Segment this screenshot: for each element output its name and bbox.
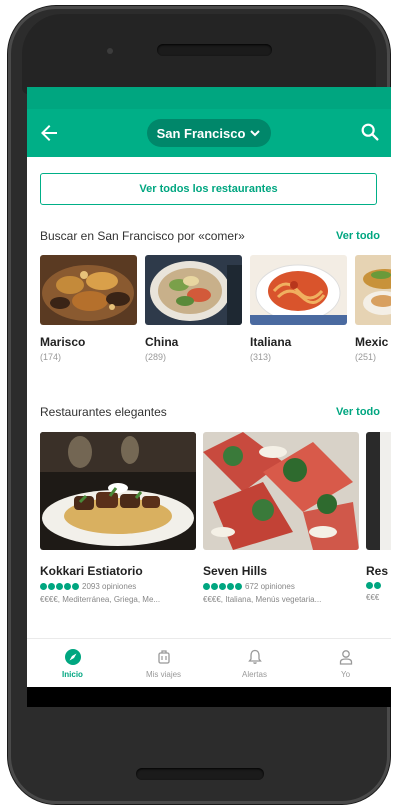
- view-all-restaurants-button[interactable]: Ver todos los restaurantes: [40, 173, 377, 205]
- review-count: 672 opiniones: [245, 582, 295, 591]
- system-navigation-bar: [27, 687, 391, 707]
- seafood-image: [40, 255, 137, 325]
- search-see-all-link[interactable]: Ver todo: [336, 230, 380, 242]
- rating-line: 2093 opiniones: [40, 582, 196, 591]
- seven-hills-image: [203, 432, 359, 550]
- nav-item-trips[interactable]: Mis viajes: [118, 639, 209, 687]
- city-name: San Francisco: [156, 125, 246, 141]
- category-card-italian[interactable]: Italiana (313): [250, 255, 347, 362]
- restaurant-card-seven-hills[interactable]: Seven Hills 672 opiniones €€€€, Italiana…: [203, 432, 359, 604]
- elegant-see-all-link[interactable]: Ver todo: [336, 406, 380, 418]
- restaurant-meta: €€€: [366, 593, 380, 602]
- nav-label: Alertas: [242, 669, 267, 679]
- phone-top-bezel: [22, 14, 376, 94]
- search-icon[interactable]: [359, 121, 381, 143]
- category-name: Marisco: [40, 335, 86, 349]
- nav-label: Yo: [340, 669, 351, 679]
- category-name: Mexic: [355, 335, 389, 349]
- rating-line: [366, 582, 391, 589]
- restaurant-name: Kokkari Estiatorio: [40, 564, 143, 578]
- earpiece-speaker: [157, 44, 272, 56]
- restaurant-carousel[interactable]: Kokkari Estiatorio 2093 opiniones €€€€, …: [40, 432, 391, 612]
- category-count: (174): [40, 352, 62, 362]
- mexican-food-image: [355, 255, 391, 325]
- person-icon: [339, 649, 352, 665]
- rating-bubbles-icon: [203, 583, 242, 590]
- rating-bubbles-icon: [40, 583, 79, 590]
- elegant-section-header: Restaurantes elegantes Ver todo: [40, 403, 380, 421]
- review-count: 2093 opiniones: [82, 582, 137, 591]
- nav-item-home[interactable]: Inicio: [27, 639, 118, 687]
- chinese-food-image: [145, 255, 242, 325]
- restaurant-name: Res: [366, 564, 389, 578]
- app-screen: San Francisco Ver todos los restaurantes…: [27, 87, 391, 707]
- nav-label: Mis viajes: [145, 669, 182, 679]
- restaurant-card-kokkari[interactable]: Kokkari Estiatorio 2093 opiniones €€€€, …: [40, 432, 196, 604]
- italian-food-image: [250, 255, 347, 325]
- restaurant-card-partial[interactable]: Res €€€: [366, 432, 391, 602]
- camera-dot: [107, 48, 113, 54]
- bottom-navigation: Inicio Mis viajes Alertas Yo: [27, 638, 391, 687]
- category-count: (313): [250, 352, 272, 362]
- bell-icon: [247, 649, 262, 664]
- category-name: Italiana: [250, 335, 292, 349]
- luggage-icon: [157, 649, 170, 664]
- nav-label: Inicio: [62, 669, 83, 679]
- app-bar: San Francisco: [27, 109, 391, 157]
- nav-item-alerts[interactable]: Alertas: [209, 639, 300, 687]
- restaurant-meta: €€€€, Italiana, Menús vegetaria...: [203, 595, 322, 604]
- restaurant-meta: €€€€, Mediterránea, Griega, Me...: [40, 595, 161, 604]
- search-section-title: Buscar en San Francisco por «comer»: [40, 229, 245, 243]
- category-card-chinese[interactable]: China (289): [145, 255, 242, 362]
- compass-icon: [64, 648, 81, 665]
- city-selector[interactable]: San Francisco: [147, 119, 271, 147]
- rating-bubbles-icon: [366, 582, 381, 589]
- chevron-down-icon: [250, 130, 261, 137]
- restaurant-name: Seven Hills: [203, 564, 268, 578]
- kokkari-image: [40, 432, 196, 550]
- status-bar: [27, 87, 391, 109]
- elegant-section-title: Restaurantes elegantes: [40, 405, 167, 419]
- search-section-header: Buscar en San Francisco por «comer» Ver …: [40, 227, 380, 245]
- category-card-seafood[interactable]: Marisco (174): [40, 255, 137, 362]
- category-card-mexican[interactable]: Mexic (251): [355, 255, 391, 362]
- category-count: (289): [145, 352, 167, 362]
- back-arrow-icon[interactable]: [37, 121, 61, 145]
- bottom-speaker: [136, 768, 264, 780]
- rating-line: 672 opiniones: [203, 582, 359, 591]
- nav-item-profile[interactable]: Yo: [300, 639, 391, 687]
- partial-restaurant-image: [366, 432, 391, 550]
- category-count: (251): [355, 352, 377, 362]
- category-carousel[interactable]: Marisco (174) China (289) Italiana (313)…: [40, 255, 391, 375]
- category-name: China: [145, 335, 179, 349]
